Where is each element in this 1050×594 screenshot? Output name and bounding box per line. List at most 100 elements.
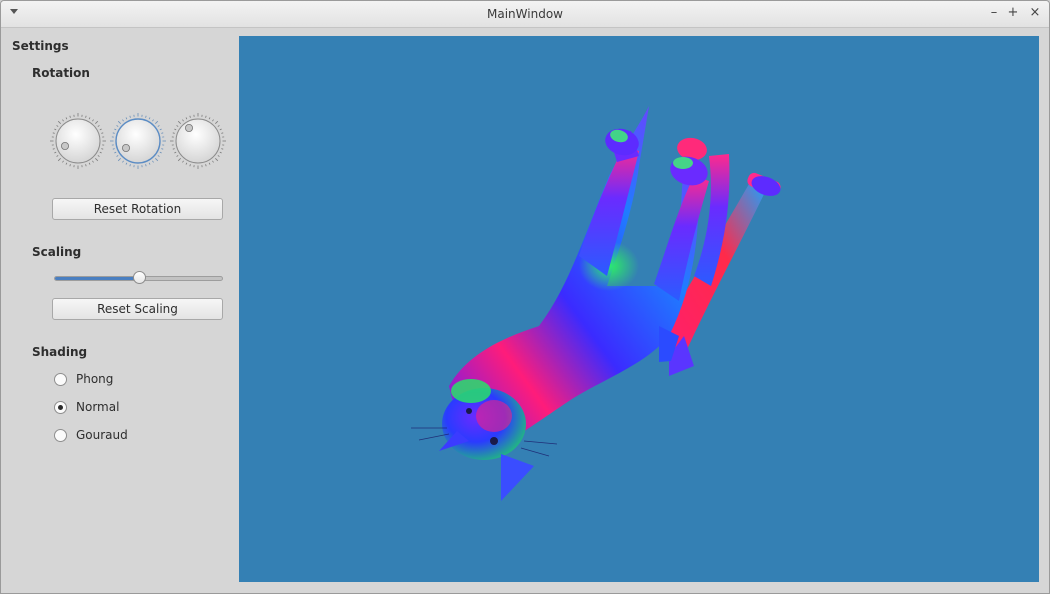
reset-rotation-button[interactable]: Reset Rotation (52, 198, 223, 220)
dial-tick (148, 117, 151, 120)
opengl-viewport[interactable] (239, 36, 1039, 582)
dial-tick (125, 162, 128, 165)
dial-tick (85, 164, 87, 167)
reset-scaling-button[interactable]: Reset Scaling (52, 298, 223, 320)
dial-tick (219, 151, 222, 154)
dial-tick (56, 155, 59, 157)
dial-tick (208, 162, 211, 165)
dial-tick (212, 160, 214, 163)
dial-tick (215, 158, 219, 162)
minimize-icon[interactable]: – (986, 5, 1002, 21)
dial-tick (114, 128, 117, 131)
dial-tick (92, 119, 94, 122)
rotation-heading: Rotation (32, 66, 90, 80)
shading-heading: Shading (32, 345, 88, 359)
dial-tick (159, 128, 162, 131)
dial-tick (99, 151, 102, 154)
dial-tick (185, 117, 188, 120)
radio-label: Gouraud (76, 428, 128, 442)
dial-tick (177, 158, 181, 162)
window-title: MainWindow (487, 7, 563, 21)
dial-tick (57, 120, 61, 124)
rotation-x-dial[interactable] (50, 113, 106, 169)
dial-tick (219, 128, 222, 131)
dial-tick (172, 148, 175, 150)
dial-tick (129, 115, 131, 118)
dial-tick (152, 160, 154, 163)
dial-tick (185, 162, 188, 165)
dial-tick (157, 155, 160, 157)
dial-tick (174, 128, 177, 131)
dial-tick (161, 148, 164, 150)
settings-panel: Settings Rotation Reset Rotation Scaling… (1, 28, 237, 593)
scaling-slider-handle[interactable] (133, 271, 146, 284)
close-icon[interactable]: × (1027, 5, 1043, 21)
dial-tick (155, 158, 159, 162)
dial-tick (101, 132, 104, 134)
radio-selected-dot (58, 405, 63, 410)
dial-tick (221, 148, 224, 150)
dial-tick (145, 115, 147, 118)
dial-tick (62, 119, 64, 122)
dial-tick (176, 155, 179, 157)
dial-tick (99, 128, 102, 131)
dial-tick (112, 148, 115, 150)
dial-tick (97, 155, 100, 157)
dial-tick (54, 128, 57, 131)
dial-tick (129, 164, 131, 167)
dial-tick (182, 119, 184, 122)
dial-tick (221, 132, 224, 134)
dial-tick (54, 151, 57, 154)
dial-tick (161, 132, 164, 134)
dial-tick (122, 119, 124, 122)
dial-tick (116, 155, 119, 157)
dial-tick (125, 117, 128, 120)
radio-label: Normal (76, 400, 120, 414)
dial-tick (217, 125, 220, 127)
dial-tick (62, 160, 64, 163)
radio-button[interactable] (54, 429, 67, 442)
dial-tick (145, 164, 147, 167)
dial-tick (101, 148, 104, 150)
radio-label: Phong (76, 372, 114, 386)
dial-tick (205, 115, 207, 118)
dial-tick (95, 158, 99, 162)
dial-tick (205, 164, 207, 167)
dial-tick (172, 132, 175, 134)
cat-model (411, 106, 781, 501)
dial-tick (95, 120, 99, 124)
dial-tick (152, 119, 154, 122)
dial-tick (177, 120, 181, 124)
dial-tick (189, 164, 191, 167)
dial-tick (65, 117, 68, 120)
main-window: MainWindow – + × Settings Rotation Reset… (0, 0, 1050, 594)
dial-tick (122, 160, 124, 163)
rotation-z-dial[interactable] (170, 113, 226, 169)
dial-tick (217, 155, 220, 157)
dial-tick (215, 120, 219, 124)
radio-button[interactable] (54, 373, 67, 386)
dial-tick (174, 151, 177, 154)
dial-tick (176, 125, 179, 127)
maximize-icon[interactable]: + (1005, 5, 1021, 21)
dial-tick (212, 119, 214, 122)
dial-tick (116, 125, 119, 127)
dial-tick (85, 115, 87, 118)
dial-tick (56, 125, 59, 127)
dial-tick (148, 162, 151, 165)
dial-tick (88, 162, 91, 165)
dial-tick (117, 120, 121, 124)
scaling-heading: Scaling (32, 245, 82, 259)
dial-tick (157, 125, 160, 127)
dial-tick (65, 162, 68, 165)
dial-tick (52, 132, 55, 134)
dial-tick (69, 164, 71, 167)
rotation-y-dial[interactable] (110, 113, 166, 169)
dial-tick (155, 120, 159, 124)
dial-tick (97, 125, 100, 127)
radio-button[interactable] (54, 401, 67, 414)
dial-tick (114, 151, 117, 154)
title-bar[interactable]: MainWindow – + × (1, 1, 1049, 28)
dial-tick (112, 132, 115, 134)
dial-tick (57, 158, 61, 162)
